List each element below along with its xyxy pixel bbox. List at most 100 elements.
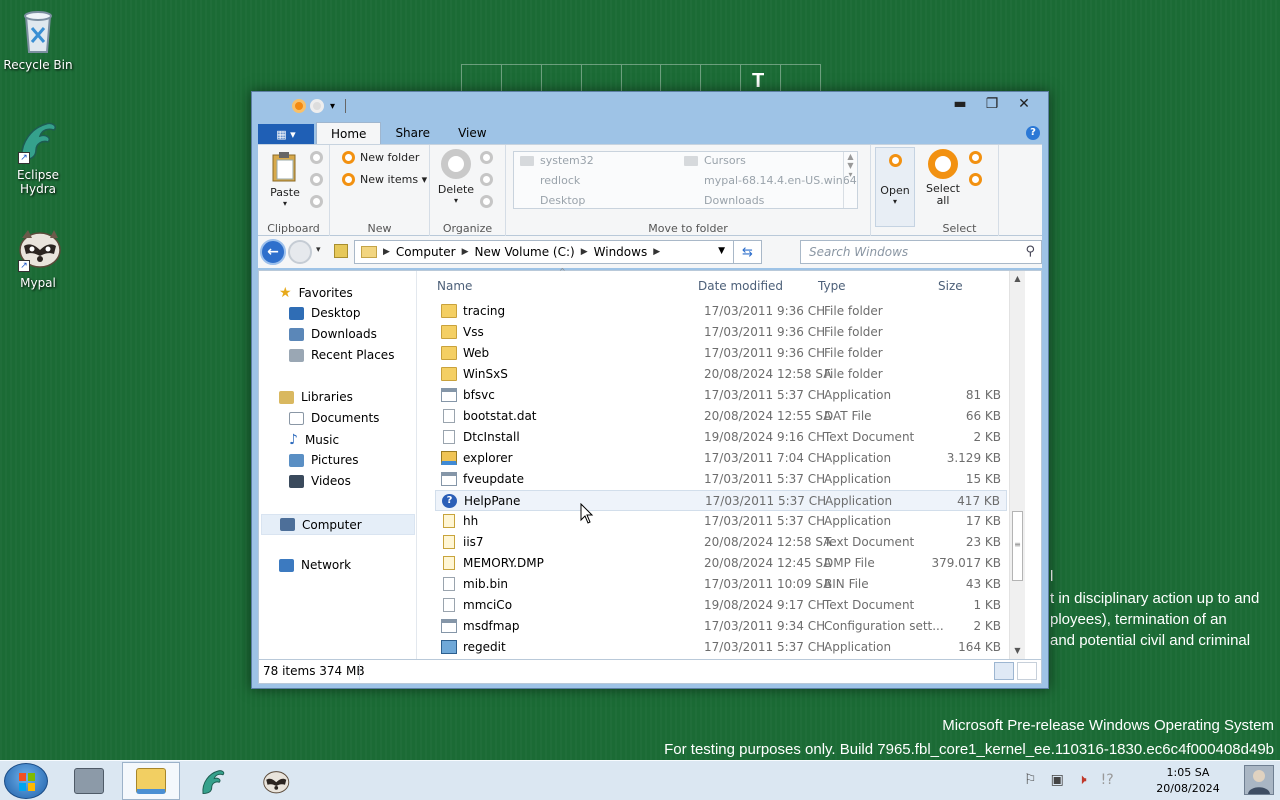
move-target-item[interactable]: redlock (540, 174, 580, 187)
close-button[interactable]: ✕ (1008, 94, 1040, 114)
breadcrumb-windows[interactable]: Windows (594, 245, 648, 259)
invert-selection-icon[interactable] (969, 173, 982, 186)
properties-icon[interactable] (292, 99, 306, 113)
new-items-button[interactable]: New items ▾ (342, 173, 427, 186)
cut-icon[interactable] (310, 151, 323, 164)
tray-app-icon[interactable]: !? (1101, 772, 1114, 788)
file-row[interactable]: fveupdate 17/03/2011 5:37 CH Application 15… (435, 469, 1007, 490)
breadcrumb-computer[interactable]: Computer (396, 245, 456, 259)
tab-view[interactable]: View (444, 122, 500, 144)
new-folder-button[interactable]: New folder (342, 151, 419, 164)
nav-libraries[interactable]: Libraries (279, 390, 353, 404)
qat-dropdown-icon[interactable]: ▾ (330, 101, 335, 112)
rename-icon[interactable] (480, 195, 493, 208)
taskbar-app-eclipse-hydra[interactable] (184, 762, 242, 800)
file-row[interactable]: regedit 17/03/2011 5:37 CH Application 164 … (435, 637, 1007, 658)
taskbar-app-server-manager[interactable] (60, 762, 118, 800)
nav-videos[interactable]: Videos (289, 474, 351, 488)
search-icon[interactable]: ⚲ (1025, 244, 1035, 259)
file-row[interactable]: tracing 17/03/2011 9:36 CH File folder (435, 301, 1007, 322)
refresh-icon[interactable]: ⇆ (733, 241, 761, 263)
tab-share[interactable]: Share (381, 122, 444, 144)
copy-to-icon[interactable] (480, 173, 493, 186)
gallery-scroll-icon[interactable]: ▲ ▼ ▾ (843, 152, 857, 208)
nav-computer[interactable]: Computer (261, 514, 415, 535)
column-header-size[interactable]: Size (938, 279, 963, 293)
file-row[interactable]: Web 17/03/2011 9:36 CH File folder (435, 343, 1007, 364)
file-row[interactable]: bootstat.dat 20/08/2024 12:55 SA DAT File 6… (435, 406, 1007, 427)
file-row[interactable]: Vss 17/03/2011 9:36 CH File folder (435, 322, 1007, 343)
delete-button[interactable]: Delete ▾ (436, 149, 476, 205)
desktop-icon-mypal[interactable]: ↗ Mypal (0, 224, 76, 290)
help-icon[interactable]: ? (1026, 126, 1040, 140)
scroll-up-icon[interactable]: ▲ (1010, 271, 1025, 287)
move-target-item[interactable]: mypal-68.14.4.en-US.win64 (704, 174, 857, 187)
open-button[interactable]: Open ▾ (875, 147, 915, 227)
column-header-name[interactable]: Name (437, 279, 472, 293)
vertical-scrollbar[interactable]: ▲ ≡ ▼ (1009, 271, 1025, 659)
action-center-flag-icon[interactable]: ⚐ (1024, 772, 1037, 788)
breadcrumb-drive[interactable]: New Volume (C:) (475, 245, 575, 259)
up-folder-icon[interactable] (334, 244, 348, 258)
file-row[interactable]: mib.bin 17/03/2011 10:09 SA BIN File 43 KB (435, 574, 1007, 595)
copy-icon[interactable] (310, 173, 323, 186)
move-to-icon[interactable] (480, 151, 493, 164)
user-account-icon[interactable] (1244, 765, 1274, 795)
file-row[interactable]: mmciCo 19/08/2024 9:17 CH Text Document 1 K… (435, 595, 1007, 616)
file-row[interactable]: WinSxS 20/08/2024 12:58 SA File folder (435, 364, 1007, 385)
file-row[interactable]: ? HelpPane 17/03/2011 5:37 CH Application 41… (435, 490, 1007, 511)
clock[interactable]: 1:05 SA 20/08/2024 (1140, 765, 1236, 797)
scroll-down-icon[interactable]: ▼ (1010, 643, 1025, 659)
desktop-icon-recycle-bin[interactable]: Recycle Bin (0, 6, 76, 72)
file-row[interactable]: MEMORY.DMP 20/08/2024 12:45 SA DMP File 379… (435, 553, 1007, 574)
breadcrumb-separator-icon[interactable]: ▶ (653, 247, 660, 257)
scroll-thumb[interactable]: ≡ (1012, 511, 1023, 581)
file-menu-button[interactable]: ▦ ▾ (258, 124, 314, 144)
breadcrumb-separator-icon[interactable]: ▶ (383, 247, 390, 257)
paste-button[interactable]: Paste ▾ (264, 151, 306, 208)
title-bar[interactable]: ▾ ▬ ❐ ✕ (252, 92, 1048, 120)
nav-desktop[interactable]: Desktop (289, 306, 361, 320)
file-row[interactable]: bfsvc 17/03/2011 5:37 CH Application 81 KB (435, 385, 1007, 406)
address-dropdown-icon[interactable]: ▼ (718, 246, 725, 256)
nav-favorites[interactable]: ★ Favorites (279, 285, 353, 301)
minimize-button[interactable]: ▬ (944, 94, 976, 114)
nav-network[interactable]: Network (279, 558, 351, 572)
large-icons-view-icon[interactable] (1017, 662, 1037, 680)
desktop-icon-eclipse-hydra[interactable]: ↗ Eclipse Hydra (0, 116, 76, 196)
search-box[interactable]: Search Windows ⚲ (800, 240, 1042, 264)
volume-muted-icon[interactable]: 🕨 (1078, 772, 1087, 788)
move-target-item[interactable]: Cursors (684, 154, 746, 167)
new-folder-qat-icon[interactable] (310, 99, 324, 113)
copy-path-icon[interactable] (310, 195, 323, 208)
breadcrumb-separator-icon[interactable]: ▶ (462, 247, 469, 257)
column-header-type[interactable]: Type (818, 279, 846, 293)
move-target-item[interactable]: Downloads (704, 194, 764, 207)
column-header-date[interactable]: Date modified (698, 279, 783, 293)
network-tray-icon[interactable]: ▣ (1051, 772, 1064, 788)
taskbar-app-file-explorer[interactable] (122, 762, 180, 800)
breadcrumb-separator-icon[interactable]: ▶ (581, 247, 588, 257)
file-row[interactable]: explorer 17/03/2011 7:04 CH Application 3.1… (435, 448, 1007, 469)
recent-locations-dropdown-icon[interactable]: ▾ (316, 245, 321, 255)
nav-recent-places[interactable]: Recent Places (289, 348, 394, 362)
file-row[interactable]: msdfmap 17/03/2011 9:34 CH Configuration s… (435, 616, 1007, 637)
nav-pictures[interactable]: Pictures (289, 453, 359, 467)
maximize-button[interactable]: ❐ (976, 94, 1008, 114)
nav-downloads[interactable]: Downloads (289, 327, 377, 341)
file-row[interactable]: hh 17/03/2011 5:37 CH Application 17 KB (435, 511, 1007, 532)
back-button[interactable]: ← (260, 239, 286, 265)
start-button[interactable] (4, 763, 48, 799)
forward-button[interactable] (288, 240, 312, 264)
select-all-button[interactable]: Select all (923, 149, 963, 207)
move-target-item[interactable]: system32 (520, 154, 594, 167)
address-bar[interactable]: ▶ Computer ▶ New Volume (C:) ▶ Windows ▶… (354, 240, 762, 264)
nav-music[interactable]: ♪ Music (289, 432, 339, 448)
nav-documents[interactable]: Documents (289, 411, 379, 425)
taskbar-app-mypal[interactable] (246, 762, 304, 800)
file-row[interactable]: DtcInstall 19/08/2024 9:16 CH Text Documen… (435, 427, 1007, 448)
details-view-icon[interactable] (994, 662, 1014, 680)
move-target-item[interactable]: Desktop (540, 194, 585, 207)
file-row[interactable]: iis7 20/08/2024 12:58 SA Text Document 23 K… (435, 532, 1007, 553)
select-none-icon[interactable] (969, 151, 982, 164)
